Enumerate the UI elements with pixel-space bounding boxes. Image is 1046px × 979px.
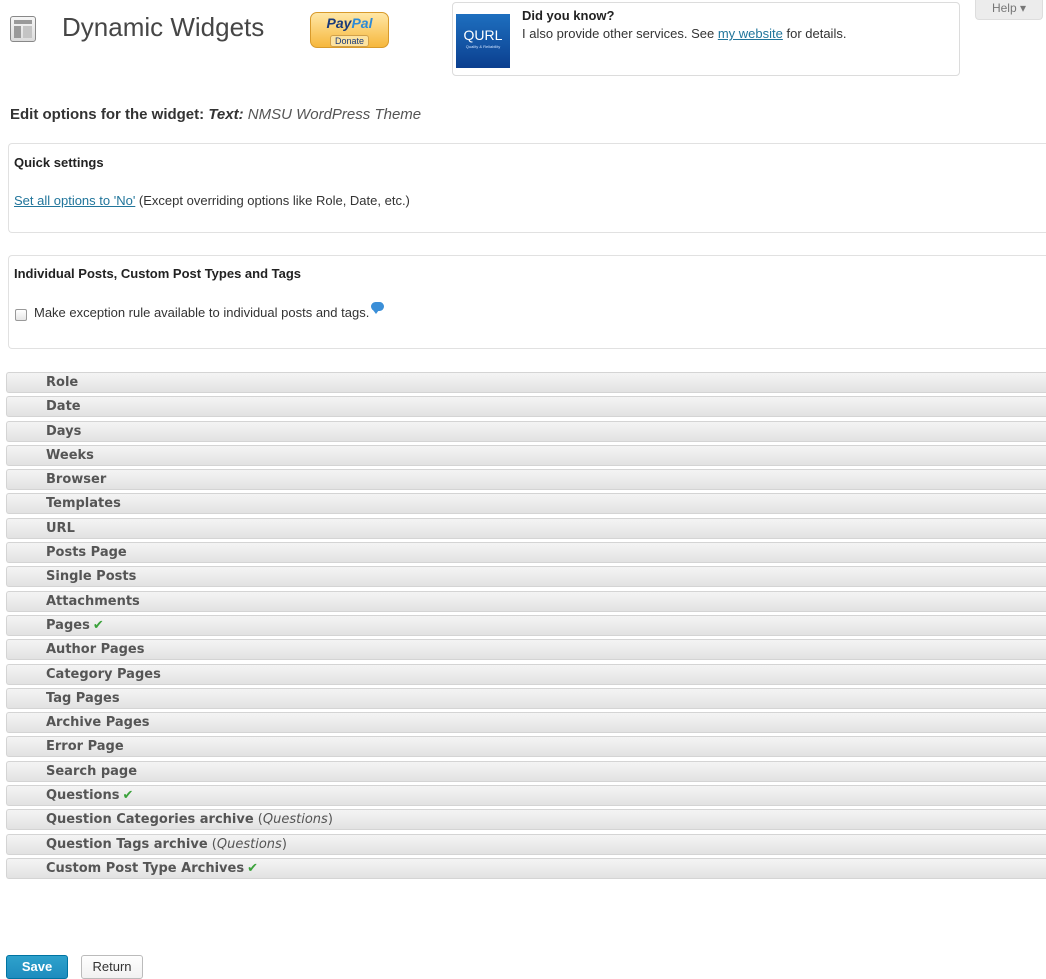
page-title: Dynamic Widgets: [62, 12, 265, 42]
option-row[interactable]: Category Pages: [6, 663, 1046, 685]
option-row[interactable]: URL: [6, 517, 1046, 539]
info-heading: Did you know?: [522, 8, 615, 23]
option-row[interactable]: Question Tags archive (Questions): [6, 833, 1046, 855]
option-row[interactable]: Search page: [6, 760, 1046, 782]
option-row[interactable]: Custom Post Type Archives ✔: [6, 857, 1046, 879]
option-row[interactable]: Pages ✔: [6, 614, 1046, 636]
widget-type: Text:: [208, 106, 244, 123]
widgets-app-icon: [10, 16, 36, 42]
option-label: Category Pages: [46, 666, 161, 682]
option-row[interactable]: Archive Pages: [6, 712, 1046, 734]
option-row[interactable]: Role: [6, 372, 1046, 393]
exception-rule-label[interactable]: Make exception rule available to individ…: [34, 302, 385, 320]
option-label: Pages ✔: [46, 617, 104, 633]
option-row[interactable]: Browser: [6, 469, 1046, 491]
help-tab[interactable]: Help ▾: [975, 0, 1043, 20]
individual-posts-panel: Individual Posts, Custom Post Types and …: [8, 255, 1046, 349]
option-label: Days: [46, 423, 82, 439]
option-label: Author Pages: [46, 642, 145, 658]
my-website-link[interactable]: my website: [718, 26, 783, 41]
qurl-logo: QURL Quality & Reliability: [456, 14, 510, 68]
option-label: Date: [46, 399, 81, 415]
option-row[interactable]: Error Page: [6, 736, 1046, 758]
info-text: I also provide other services. See my we…: [522, 26, 847, 41]
option-row[interactable]: Single Posts: [6, 566, 1046, 588]
individual-posts-title: Individual Posts, Custom Post Types and …: [14, 266, 302, 281]
option-row[interactable]: Posts Page: [6, 542, 1046, 564]
option-label: Tag Pages: [46, 690, 120, 706]
checkmark-icon: ✔: [122, 788, 134, 804]
option-row[interactable]: Weeks: [6, 444, 1046, 466]
option-label: Search page: [46, 763, 138, 779]
return-button[interactable]: Return: [81, 955, 143, 979]
widget-name: NMSU WordPress Theme: [243, 106, 422, 123]
quick-settings-text: Set all options to 'No' (Except overridi…: [14, 193, 410, 208]
donate-label: Donate: [329, 35, 370, 47]
option-row[interactable]: Templates: [6, 493, 1046, 515]
option-row[interactable]: Days: [6, 420, 1046, 442]
info-bubble-icon[interactable]: [371, 302, 385, 314]
edit-widget-heading: Edit options for the widget: Text: NMSU …: [10, 106, 422, 123]
widget-options-list: Role Date Days Weeks Browser Templates URL Post…: [6, 372, 1046, 882]
option-label: Question Tags archive (Questions): [46, 836, 287, 852]
option-label: URL: [46, 520, 75, 536]
paypal-donate-button[interactable]: PayPal Donate: [310, 12, 389, 48]
option-row[interactable]: Date: [6, 396, 1046, 418]
option-row[interactable]: Author Pages: [6, 639, 1046, 661]
paypal-logo: PayPal: [326, 15, 373, 31]
option-label: Posts Page: [46, 545, 127, 561]
option-label: Templates: [46, 496, 121, 512]
option-label: Attachments: [46, 593, 140, 609]
option-qualifier: (Questions): [207, 836, 287, 852]
option-qualifier: (Questions): [253, 812, 333, 828]
save-button[interactable]: Save: [6, 955, 68, 979]
option-label: Question Categories archive (Questions): [46, 812, 333, 828]
option-label: Archive Pages: [46, 715, 150, 731]
quick-settings-panel: Quick settings Set all options to 'No' (…: [8, 143, 1046, 233]
quick-settings-title: Quick settings: [14, 155, 104, 170]
option-row[interactable]: Attachments: [6, 590, 1046, 612]
option-row[interactable]: Question Categories archive (Questions): [6, 809, 1046, 831]
option-label: Browser: [46, 472, 107, 488]
option-row[interactable]: Tag Pages: [6, 687, 1046, 709]
option-row[interactable]: Questions ✔: [6, 785, 1046, 807]
option-label: Error Page: [46, 739, 124, 755]
option-label: Custom Post Type Archives ✔: [46, 860, 258, 876]
option-label: Single Posts: [46, 569, 137, 585]
checkmark-icon: ✔: [92, 617, 104, 633]
option-label: Questions ✔: [46, 788, 134, 804]
checkmark-icon: ✔: [247, 860, 258, 876]
option-label: Role: [46, 375, 79, 390]
option-label: Weeks: [46, 447, 94, 463]
exception-rule-checkbox[interactable]: [15, 309, 27, 321]
set-all-no-link[interactable]: Set all options to 'No': [14, 193, 135, 208]
